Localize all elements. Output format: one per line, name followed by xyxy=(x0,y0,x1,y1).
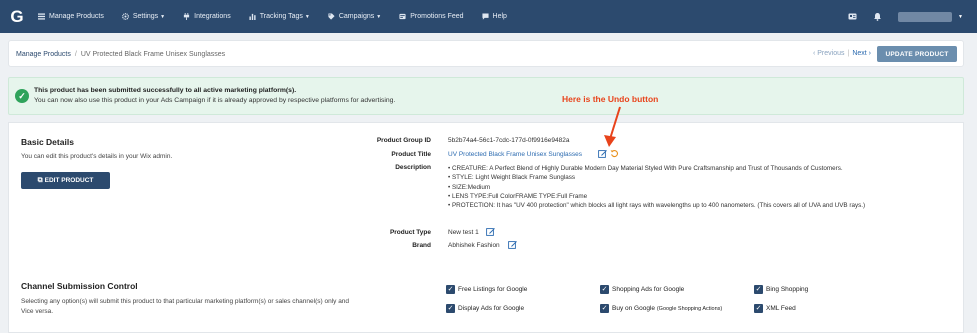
description-label: Description xyxy=(395,164,431,171)
nav-promotions-feed[interactable]: Promotions Feed xyxy=(399,13,464,20)
caret-down-icon: ▼ xyxy=(160,13,166,20)
breadcrumb-manage-products[interactable]: Manage Products xyxy=(16,51,71,58)
external-link-icon: ⧉ xyxy=(37,176,43,184)
description-item: STYLE: Light Weight Black Frame Sunglass xyxy=(448,173,865,182)
nav-campaigns[interactable]: Campaigns ▼ xyxy=(328,13,381,20)
checkbox-label: Display Ads for Google xyxy=(458,305,525,312)
edit-product-button[interactable]: ⧉ EDIT PRODUCT xyxy=(21,172,110,189)
edit-type-icon[interactable] xyxy=(486,227,495,236)
checkbox-display-ads[interactable]: ✓ Display Ads for Google xyxy=(446,304,524,313)
gear-icon xyxy=(121,13,129,20)
megaphone-icon xyxy=(399,13,406,20)
alert-title: This product has been submitted successf… xyxy=(34,87,297,94)
app-logo[interactable]: G xyxy=(0,0,34,33)
checkbox-checked-icon[interactable]: ✓ xyxy=(600,285,609,294)
annotation-arrow-icon xyxy=(604,106,621,147)
title-value: UV Protected Black Frame Unisex Sunglass… xyxy=(448,151,583,158)
product-type-value: New test 1 xyxy=(448,229,479,236)
success-alert: ✓ This product has been submitted succes… xyxy=(8,77,964,115)
checkbox-label: Buy on Google xyxy=(612,305,656,312)
nav-promotions-feed-label: Promotions Feed xyxy=(410,13,464,20)
bell-icon[interactable] xyxy=(873,12,882,21)
nav-manage-products-label: Manage Products xyxy=(49,13,104,20)
description-item: PROTECTION: It has "UV 400 protection" w… xyxy=(448,201,865,210)
description-list: CREATURE: A Perfect Blend of Highly Dura… xyxy=(448,164,865,210)
group-id-label: Product Group ID xyxy=(376,137,431,144)
edit-brand-icon[interactable] xyxy=(508,240,517,249)
next-link[interactable]: Next › xyxy=(852,50,871,57)
nav-manage-products[interactable]: Manage Products xyxy=(38,13,104,20)
check-circle-icon: ✓ xyxy=(15,89,29,103)
plug-icon xyxy=(184,13,190,20)
edit-title-icon[interactable] xyxy=(598,149,607,158)
nav-settings[interactable]: Settings ▼ xyxy=(121,13,166,20)
nav-settings-label: Settings xyxy=(132,13,159,20)
basic-details-heading: Basic Details xyxy=(21,137,74,147)
edit-product-label: EDIT PRODUCT xyxy=(44,177,94,184)
checkbox-shopping-ads[interactable]: ✓ Shopping Ads for Google xyxy=(600,285,684,294)
checkbox-checked-icon[interactable]: ✓ xyxy=(446,285,455,294)
checkbox-label: Shopping Ads for Google xyxy=(612,286,685,293)
description-item: CREATURE: A Perfect Blend of Highly Dura… xyxy=(448,164,865,173)
caret-down-icon: ▼ xyxy=(304,13,310,20)
checkbox-free-listings[interactable]: ✓ Free Listings for Google xyxy=(446,285,527,294)
nav-help[interactable]: Help xyxy=(481,13,507,20)
checkbox-checked-icon[interactable]: ✓ xyxy=(446,304,455,313)
breadcrumb: Manage Products / UV Protected Black Frame… xyxy=(16,51,225,58)
caret-down-icon[interactable]: ▼ xyxy=(958,14,963,20)
nav-right-tools: ▼ xyxy=(848,0,977,33)
nav-menu: Manage Products Settings ▼ Integrations … xyxy=(38,13,525,20)
update-product-button[interactable]: UPDATE PRODUCT xyxy=(877,46,957,62)
group-id-value: 5b2b74a4-56c1-7cdc-177d-0f9916e9482a xyxy=(448,137,570,144)
nav-tracking-tags-label: Tracking Tags xyxy=(259,13,303,20)
id-card-icon[interactable] xyxy=(848,12,857,21)
top-navbar: G Manage Products Settings ▼ Integration… xyxy=(0,0,977,33)
alert-message: You can now also use this product in you… xyxy=(34,97,396,104)
chat-icon xyxy=(481,13,489,20)
nav-campaigns-label: Campaigns xyxy=(338,13,375,20)
previous-link[interactable]: ‹ Previous xyxy=(813,50,845,57)
checkbox-note: (Google Shopping Actions) xyxy=(656,305,723,312)
checkbox-checked-icon[interactable]: ✓ xyxy=(600,304,609,313)
nav-tracking-tags[interactable]: Tracking Tags ▼ xyxy=(249,13,310,20)
nav-integrations-label: Integrations xyxy=(194,13,231,20)
chart-icon xyxy=(249,13,256,20)
description-item: LENS TYPE:Full ColorFRAME TYPE:Full Fram… xyxy=(448,192,865,201)
product-type-label: Product Type xyxy=(389,229,431,236)
checkbox-checked-icon[interactable]: ✓ xyxy=(754,285,763,294)
tag-icon xyxy=(328,13,335,20)
channel-control-heading: Channel Submission Control xyxy=(21,281,138,291)
title-label: Product Title xyxy=(391,151,431,158)
breadcrumb-bar: Manage Products / UV Protected Black Frame… xyxy=(8,40,964,67)
pager-divider: | xyxy=(847,50,850,57)
description-item: SIZE:Medium xyxy=(448,183,865,192)
product-details-card: Basic Details You can edit this product'… xyxy=(8,122,964,333)
checkbox-buy-on-google[interactable]: ✓ Buy on Google (Google Shopping Actions) xyxy=(600,304,722,313)
nav-help-label: Help xyxy=(492,13,507,20)
breadcrumb-current: UV Protected Black Frame Unisex Sunglass… xyxy=(80,51,226,58)
breadcrumb-separator: / xyxy=(74,51,77,58)
list-icon xyxy=(38,13,45,20)
undo-icon[interactable] xyxy=(610,149,619,158)
caret-down-icon: ▼ xyxy=(376,13,382,20)
checkbox-label: XML Feed xyxy=(766,305,796,312)
checkbox-label: Bing Shopping xyxy=(766,286,809,293)
brand-label: Brand xyxy=(412,242,431,249)
brand-value: Abhishek Fashion xyxy=(448,242,500,249)
undo-annotation-text: Here is the Undo button xyxy=(562,94,659,104)
checkbox-xml-feed[interactable]: ✓ XML Feed xyxy=(754,304,796,313)
checkbox-label: Free Listings for Google xyxy=(458,286,528,293)
nav-integrations[interactable]: Integrations xyxy=(183,13,231,20)
channel-control-description: Selecting any option(s) will submit this… xyxy=(21,298,350,315)
checkbox-bing-shopping[interactable]: ✓ Bing Shopping xyxy=(754,285,808,294)
product-pager: ‹ Previous | Next › xyxy=(813,50,871,57)
user-account-menu[interactable] xyxy=(898,11,953,22)
basic-details-description: You can edit this product's details in y… xyxy=(21,153,173,160)
checkbox-checked-icon[interactable]: ✓ xyxy=(754,304,763,313)
